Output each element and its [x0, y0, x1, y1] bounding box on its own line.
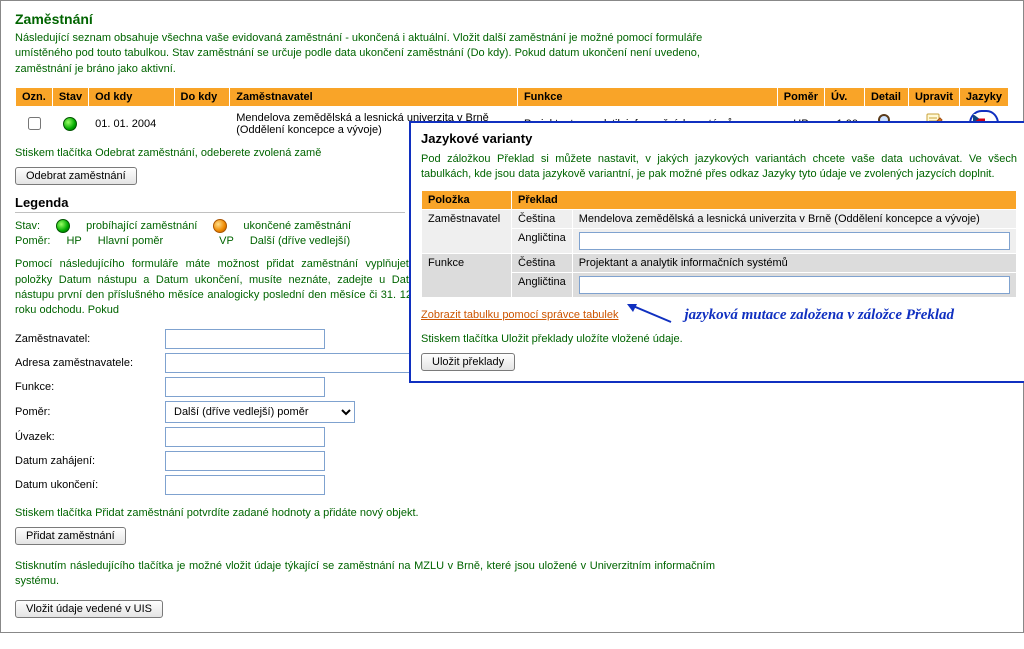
overlay-row-zamest-en: Angličtina: [422, 228, 1017, 253]
cell-odkdy: 01. 01. 2004: [89, 107, 174, 141]
status-active-icon: [63, 117, 77, 131]
input-ukonceni[interactable]: [165, 475, 325, 495]
label-zamestnavatel: Zaměstnavatel:: [15, 333, 165, 345]
cell-cz-value-2: Projektant a analytik informačních systé…: [572, 253, 1016, 272]
languages-overlay: Jazykové varianty Pod záložkou Překlad s…: [409, 121, 1024, 383]
arrow-icon: [627, 304, 673, 327]
legend-stav-label: Stav:: [15, 220, 40, 232]
overlay-row-funkce-cz: Funkce Čeština Projektant a analytik inf…: [422, 253, 1017, 272]
legend-ended-icon: [213, 219, 227, 233]
cell-en-label-2: Angličtina: [512, 272, 573, 297]
cell-cz-label: Čeština: [512, 209, 573, 228]
cell-item-funkce: Funkce: [422, 253, 512, 297]
input-funkce-en[interactable]: [579, 276, 1010, 294]
input-zamest-en[interactable]: [579, 232, 1010, 250]
overlay-annotation: jazyková mutace založena v záložce Překl…: [685, 307, 955, 324]
col-jazyky: Jazyky: [959, 88, 1008, 107]
col-funkce: Funkce: [517, 88, 777, 107]
label-zahajeni: Datum zahájení:: [15, 455, 165, 467]
col-pomer: Poměr: [777, 88, 824, 107]
legend-divider: [15, 212, 405, 213]
add-button[interactable]: Přidat zaměstnání: [15, 527, 126, 545]
input-zamestnavatel[interactable]: [165, 329, 325, 349]
col-detail: Detail: [864, 88, 908, 107]
cell-item-zamest: Zaměstnavatel: [422, 209, 512, 253]
legend-vp-desc: Další (dříve vedlejší): [250, 235, 350, 247]
col-uv: Úv.: [825, 88, 865, 107]
col-preklad: Překlad: [512, 190, 1017, 209]
label-ukonceni: Datum ukončení:: [15, 479, 165, 491]
remove-button[interactable]: Odebrat zaměstnání: [15, 167, 137, 185]
cell-cz-label-2: Čeština: [512, 253, 573, 272]
legend-pomer-label: Poměr:: [15, 235, 50, 247]
label-funkce: Funkce:: [15, 381, 165, 393]
col-ozn: Ozn.: [16, 88, 53, 107]
input-uvazek[interactable]: [165, 427, 325, 447]
link-table-manager[interactable]: Zobrazit tabulku pomocí správce tabulek: [421, 309, 619, 321]
legend-ended-text: ukončené zaměstnání: [243, 220, 351, 232]
col-odkdy: Od kdy: [89, 88, 174, 107]
cell-cz-value: Mendelova zemědělská a lesnická univerzi…: [572, 209, 1016, 228]
page-title: Zaměstnání: [15, 11, 1009, 27]
label-pomer: Poměr:: [15, 406, 165, 418]
save-translations-button[interactable]: Uložit překlady: [421, 353, 515, 371]
legend-active-icon: [56, 219, 70, 233]
legend-hp-desc: Hlavní poměr: [98, 235, 163, 247]
cell-en-label: Angličtina: [512, 228, 573, 253]
legend-vp-code: VP: [219, 235, 234, 247]
uis-button[interactable]: Vložit údaje vedené v UIS: [15, 600, 163, 618]
col-dokdy: Do kdy: [174, 88, 230, 107]
col-polozka: Položka: [422, 190, 512, 209]
intro-text: Následující seznam obsahuje všechna vaše…: [15, 31, 705, 77]
overlay-intro: Pod záložkou Překlad si můžete nastavit,…: [421, 152, 1017, 182]
overlay-row-funkce-en: Angličtina: [422, 272, 1017, 297]
input-zahajeni[interactable]: [165, 451, 325, 471]
label-uvazek: Úvazek:: [15, 431, 165, 443]
overlay-table: Položka Překlad Zaměstnavatel Čeština Me…: [421, 190, 1017, 298]
select-pomer[interactable]: Další (dříve vedlejší) poměr: [165, 401, 355, 423]
col-zamest: Zaměstnavatel: [230, 88, 518, 107]
overlay-row-zamest-cz: Zaměstnavatel Čeština Mendelova zeměděls…: [422, 209, 1017, 228]
overlay-title: Jazykové varianty: [421, 131, 1017, 146]
col-upravit: Upravit: [908, 88, 959, 107]
row-checkbox[interactable]: [28, 117, 41, 130]
overlay-save-hint: Stiskem tlačítka Uložit překlady uložíte…: [421, 333, 1017, 345]
cell-dokdy: [174, 107, 230, 141]
legend-hp-code: HP: [66, 235, 81, 247]
label-adresa: Adresa zaměstnavatele:: [15, 357, 165, 369]
confirm-hint: Stiskem tlačítka Přidat zaměstnání potvr…: [15, 507, 1009, 519]
legend-active-text: probíhající zaměstnání: [86, 220, 197, 232]
col-stav: Stav: [52, 88, 88, 107]
uis-hint: Stisknutím následujícího tlačítka je mož…: [15, 559, 715, 590]
form-intro-text: Pomocí následujícího formuláře máte možn…: [15, 257, 415, 319]
input-funkce[interactable]: [165, 377, 325, 397]
